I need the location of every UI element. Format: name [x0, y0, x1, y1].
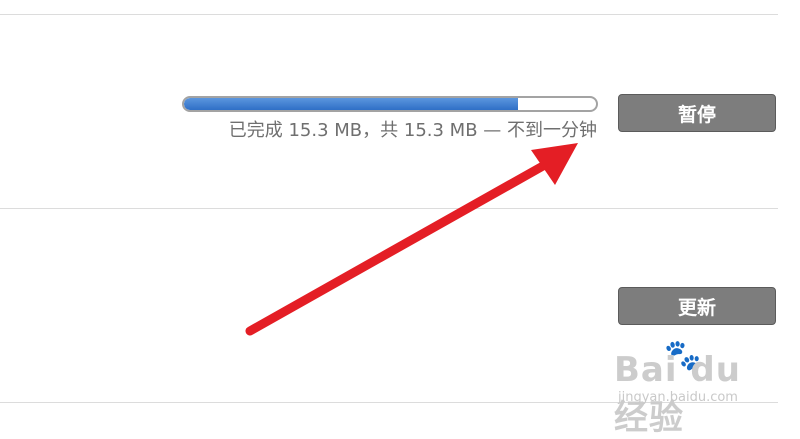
baidu-jingyan-watermark: 🐾 Bai du 经验 jingyan.baidu.com [612, 338, 782, 438]
watermark-url-text: jingyan.baidu.com [618, 390, 738, 405]
arrow-shaft [245, 157, 555, 336]
